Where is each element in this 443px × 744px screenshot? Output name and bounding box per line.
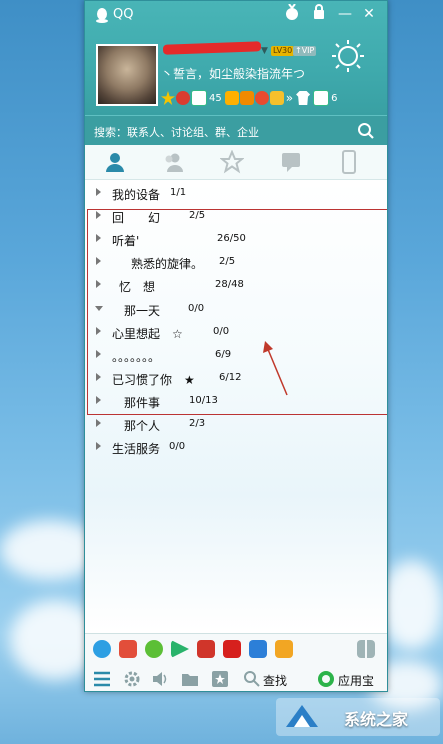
find-button[interactable]: 查找 bbox=[263, 672, 287, 689]
weibo-icon[interactable] bbox=[176, 91, 190, 105]
expand-arrow-right-icon[interactable] bbox=[96, 419, 101, 427]
level-badge: LV30 bbox=[271, 46, 295, 56]
tab-chats-icon[interactable] bbox=[279, 150, 303, 174]
qq-main-window: QQ — ✕ ▼ LV30 ↑VIP 丶誓言，如尘般染指流年つ 45 » 6 搜… bbox=[84, 0, 388, 692]
group-online-count: 2/3 bbox=[189, 418, 206, 429]
lock-icon[interactable] bbox=[309, 4, 329, 24]
status-dropdown-icon[interactable]: ▼ bbox=[261, 46, 268, 56]
contact-tabs bbox=[85, 145, 387, 180]
qzone-star-icon[interactable] bbox=[161, 91, 175, 105]
volume-icon[interactable] bbox=[151, 670, 169, 688]
security-shield-icon[interactable] bbox=[249, 640, 267, 658]
weather-sun-icon[interactable] bbox=[331, 39, 365, 73]
skin-shirt-icon[interactable] bbox=[296, 91, 311, 105]
tab-contacts-icon[interactable] bbox=[103, 150, 127, 174]
watermark-text: 系统之家 bbox=[344, 710, 409, 729]
game-icon[interactable] bbox=[269, 91, 284, 105]
close-button[interactable]: ✕ bbox=[359, 4, 379, 24]
window-title: QQ bbox=[113, 7, 134, 22]
contact-group-row[interactable]: 生活服务 0/0 bbox=[85, 436, 387, 458]
group-online-count: 1/1 bbox=[170, 187, 187, 198]
tab-phone-icon[interactable] bbox=[337, 150, 361, 174]
contact-group-row[interactable]: 我的设备 1/1 bbox=[85, 182, 387, 204]
group-name: 我的设备 bbox=[112, 188, 161, 202]
app-tray: 45 » 6 bbox=[161, 89, 339, 107]
annotation-arrow bbox=[263, 341, 288, 396]
settings-gear-icon[interactable] bbox=[123, 670, 141, 688]
tab-favorites-star-icon[interactable] bbox=[220, 150, 244, 174]
expand-arrow-right-icon[interactable] bbox=[96, 188, 101, 196]
search-icon[interactable] bbox=[357, 122, 375, 140]
collection-star-icon[interactable] bbox=[211, 670, 229, 688]
shopping-cart-icon[interactable] bbox=[224, 91, 239, 105]
vip-badge: ↑VIP bbox=[293, 46, 317, 56]
contact-group-list: 我的设备 1/1 回 幻 2/5 听着' 26/50 熟悉的旋律。 2/5 忆 想 28/48 那… bbox=[85, 181, 387, 631]
qq-game-icon[interactable] bbox=[119, 640, 137, 658]
title-bar[interactable]: QQ — ✕ bbox=[85, 1, 387, 29]
qq-music-icon[interactable] bbox=[145, 640, 163, 658]
cloud bbox=[380, 560, 443, 650]
app-grid-icon[interactable] bbox=[357, 640, 375, 658]
group-online-count: 0/0 bbox=[169, 441, 186, 453]
stock-chart-icon[interactable] bbox=[197, 640, 215, 658]
group-name: 那个人 bbox=[124, 419, 161, 433]
search-input[interactable]: 搜索：联系人、讨论组、群、企业 bbox=[94, 124, 259, 140]
appstore-button[interactable]: 应用宝 bbox=[338, 672, 374, 689]
message-count: 6 bbox=[331, 92, 338, 104]
jd-shop-icon[interactable] bbox=[223, 640, 241, 658]
video-play-icon[interactable] bbox=[171, 640, 189, 658]
tab-groups-icon[interactable] bbox=[161, 150, 185, 174]
qq-browser-icon[interactable] bbox=[93, 640, 111, 658]
pet-penguin-icon[interactable] bbox=[275, 640, 293, 658]
mail-count: 45 bbox=[209, 92, 222, 104]
minimize-button[interactable]: — bbox=[335, 4, 355, 24]
avatar[interactable] bbox=[96, 44, 158, 106]
pet-icon[interactable] bbox=[254, 91, 269, 105]
appstore-icon[interactable] bbox=[317, 670, 335, 688]
wallet-icon[interactable] bbox=[239, 91, 254, 105]
contact-group-row[interactable]: 那个人 2/3 bbox=[85, 413, 387, 435]
profile-header: QQ — ✕ ▼ LV30 ↑VIP 丶誓言，如尘般染指流年つ 45 » 6 bbox=[85, 1, 387, 115]
nickname-redacted bbox=[162, 41, 262, 55]
annotation-highlight-box bbox=[87, 209, 387, 415]
folder-icon[interactable] bbox=[181, 670, 199, 688]
skin-medal-icon[interactable] bbox=[282, 3, 302, 24]
expand-arrow-right-icon[interactable] bbox=[96, 442, 101, 451]
message-box-icon[interactable] bbox=[313, 90, 330, 106]
group-name: 生活服务 bbox=[112, 442, 161, 457]
find-search-icon[interactable] bbox=[243, 670, 261, 688]
qq-penguin-icon bbox=[96, 8, 108, 23]
bottom-toolbar: 查找 应用宝 bbox=[85, 633, 387, 691]
search-bar[interactable]: 搜索：联系人、讨论组、群、企业 bbox=[85, 115, 387, 146]
main-menu-icon[interactable] bbox=[93, 670, 111, 688]
more-icon[interactable]: » bbox=[286, 91, 293, 105]
signature-text[interactable]: 丶誓言，如尘般染指流年つ bbox=[161, 65, 305, 82]
mail-icon[interactable] bbox=[191, 90, 207, 106]
